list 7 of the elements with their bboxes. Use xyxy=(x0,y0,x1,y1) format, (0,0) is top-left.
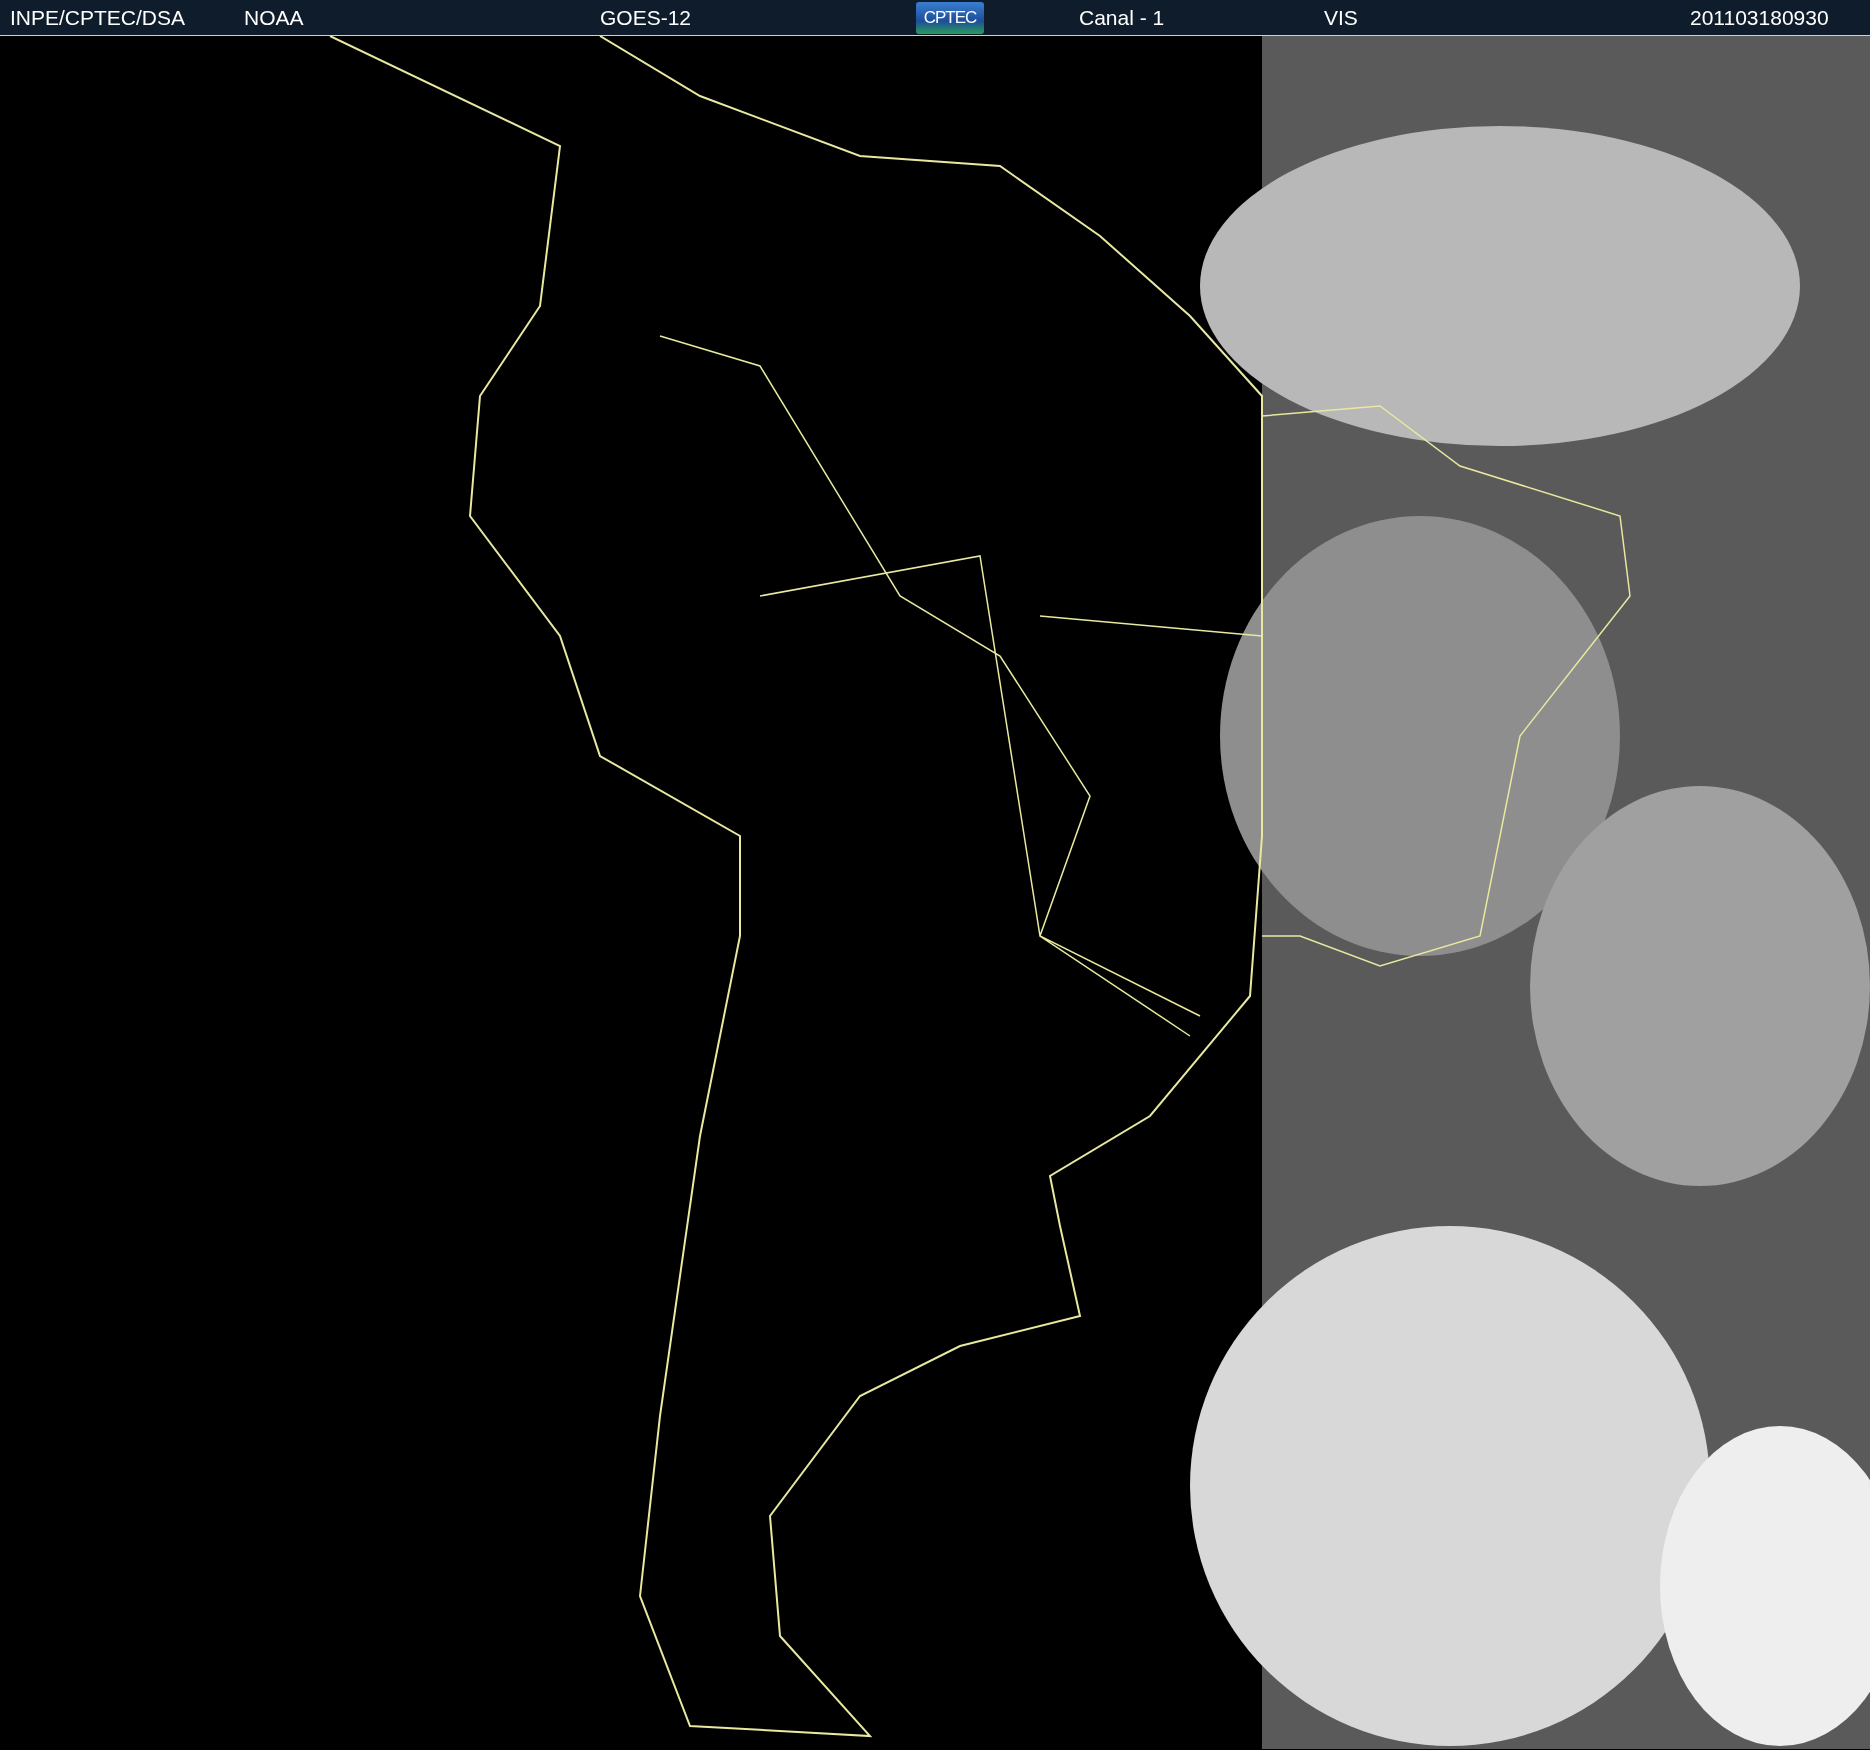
agency-label: NOAA xyxy=(244,4,305,31)
timestamp-label: 201103180930 xyxy=(1690,4,1829,31)
source-label: INPE/CPTEC/DSA xyxy=(10,4,187,31)
band-label: VIS xyxy=(1324,4,1359,31)
channel-label: Canal - 1 xyxy=(1079,4,1166,31)
satellite-label: GOES-12 xyxy=(600,4,693,31)
logo: CPTEC xyxy=(916,1,984,34)
